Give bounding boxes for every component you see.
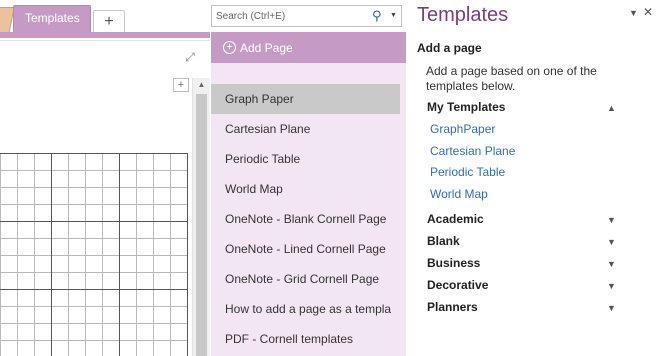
page-item-periodic-table[interactable]: Periodic Table: [211, 144, 400, 174]
scroll-up-arrow-icon[interactable]: ▲: [193, 78, 210, 92]
section-tab-bar: Templates +: [0, 0, 210, 40]
search-input[interactable]: [216, 8, 366, 24]
page-item-graph-paper[interactable]: Graph Paper: [211, 84, 400, 114]
page-list-pane: + Add Page Graph Paper Cartesian Plane P…: [211, 32, 406, 356]
category-academic[interactable]: Academic: [427, 212, 637, 226]
onenote-window: Templates + ⤢ + ▲ ⚲ ▼ + Add Page Graph P…: [0, 0, 660, 356]
page-item-how-to-add-template[interactable]: How to add a page as a templa: [211, 294, 400, 324]
category-business[interactable]: Business: [427, 256, 637, 270]
add-page-plus-icon: +: [223, 41, 236, 54]
pane-options-icon[interactable]: ▼: [629, 8, 638, 18]
category-blank[interactable]: Blank: [427, 234, 637, 248]
my-templates-header[interactable]: My Templates: [427, 100, 637, 114]
template-link-graphpaper[interactable]: GraphPaper: [430, 122, 495, 136]
section-tab-label: Templates: [25, 11, 80, 25]
section-color-strip: [0, 32, 210, 38]
page-item-lined-cornell[interactable]: OneNote - Lined Cornell Page: [211, 234, 400, 264]
add-page-button[interactable]: + Add Page: [211, 32, 406, 63]
add-space-icon[interactable]: +: [173, 78, 189, 92]
template-link-world-map[interactable]: World Map: [430, 187, 488, 201]
chevron-up-icon[interactable]: ▲: [607, 103, 616, 113]
page-item-blank-cornell[interactable]: OneNote - Blank Cornell Page: [211, 204, 400, 234]
graph-paper-grid: [0, 153, 188, 356]
templates-description: Add a page based on one of the templates…: [426, 64, 597, 93]
chevron-down-icon[interactable]: ▼: [390, 12, 398, 20]
page-item-grid-cornell[interactable]: OneNote - Grid Cornell Page: [211, 264, 400, 294]
page-item-cartesian-plane[interactable]: Cartesian Plane: [211, 114, 400, 144]
template-link-cartesian-plane[interactable]: Cartesian Plane: [430, 144, 515, 158]
chevron-down-icon[interactable]: ▼: [607, 259, 616, 269]
expand-icon[interactable]: ⤢: [183, 50, 197, 64]
chevron-down-icon[interactable]: ▼: [607, 237, 616, 247]
page-item-world-map[interactable]: World Map: [211, 174, 400, 204]
category-planners[interactable]: Planners: [427, 300, 637, 314]
chevron-down-icon[interactable]: ▼: [607, 215, 616, 225]
add-a-page-heading: Add a page: [417, 41, 482, 55]
vertical-scrollbar[interactable]: ▲: [192, 78, 210, 356]
my-templates-label: My Templates: [427, 100, 506, 114]
templates-pane: Templates ▼ ✕ Add a page Add a page base…: [406, 0, 660, 356]
add-page-label: Add Page: [240, 41, 293, 55]
chevron-down-icon[interactable]: ▼: [607, 281, 616, 291]
close-icon[interactable]: ✕: [643, 5, 653, 19]
chevron-down-icon[interactable]: ▼: [607, 303, 616, 313]
templates-pane-title: Templates: [417, 4, 509, 26]
add-section-button[interactable]: +: [93, 10, 125, 33]
scrollbar-thumb[interactable]: [196, 94, 207, 356]
search-icon[interactable]: ⚲: [372, 7, 388, 25]
template-link-periodic-table[interactable]: Periodic Table: [430, 165, 505, 179]
search-box[interactable]: ⚲ ▼: [211, 5, 402, 27]
page-item-pdf-cornell[interactable]: PDF - Cornell templates: [211, 324, 400, 354]
category-decorative[interactable]: Decorative: [427, 278, 637, 292]
